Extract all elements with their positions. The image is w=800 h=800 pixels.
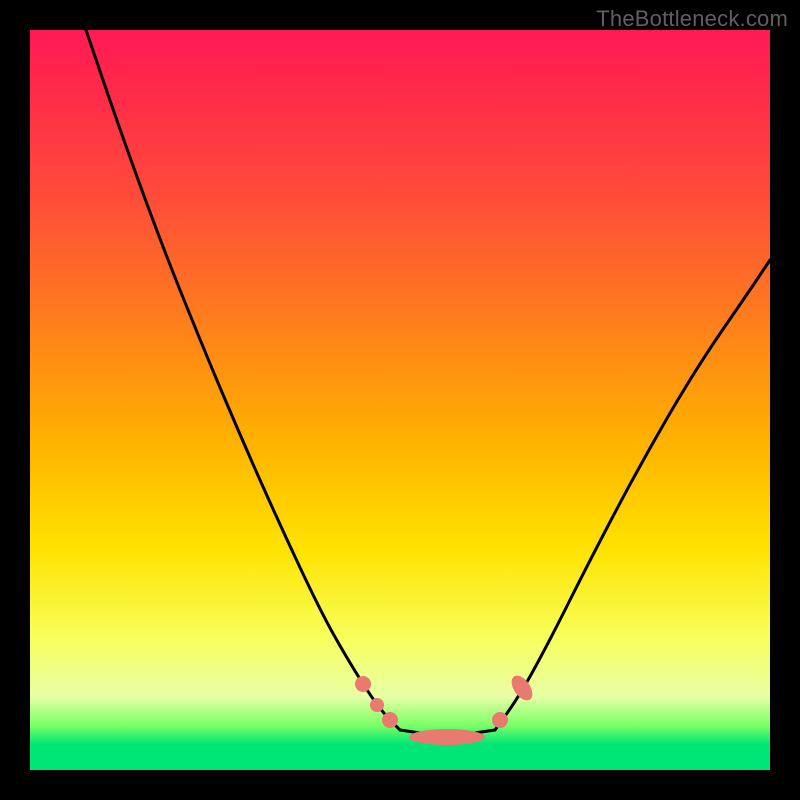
watermark-label: TheBottleneck.com — [596, 6, 788, 32]
curve-left-curve — [86, 30, 400, 730]
curve-marker-right-side-5 — [507, 672, 536, 704]
plot-area — [30, 30, 770, 770]
curve-right-curve — [495, 260, 770, 730]
bottleneck-curve — [30, 30, 770, 770]
curve-marker-left-side-0 — [352, 673, 374, 695]
curve-marker-bottom-3 — [409, 729, 485, 745]
chart-frame: TheBottleneck.com — [0, 0, 800, 800]
